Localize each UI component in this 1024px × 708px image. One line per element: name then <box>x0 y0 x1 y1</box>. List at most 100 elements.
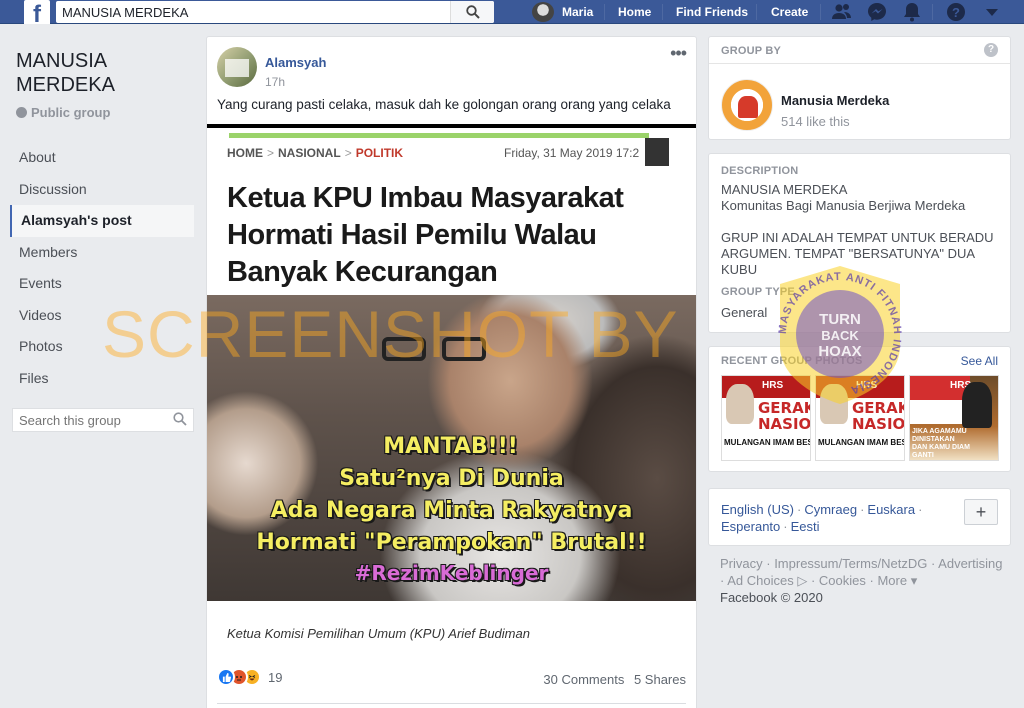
divider <box>604 4 605 20</box>
group-nav-discussion[interactable]: Discussion <box>10 174 200 206</box>
group-type-value: General <box>721 305 768 320</box>
language-link[interactable]: Esperanto <box>721 519 780 534</box>
divider <box>932 4 933 20</box>
group-privacy-label: Public group <box>10 105 200 120</box>
nav-create-link[interactable]: Create <box>771 5 808 19</box>
search-button[interactable] <box>450 1 494 23</box>
description-paragraph: GRUP INI ADALAH TEMPAT UNTUK BERADU ARGU… <box>721 230 994 277</box>
group-nav-about[interactable]: About <box>10 142 200 174</box>
photo-overlay-text: MANTAB!!! Satu²nya Di Dunia Ada Negara M… <box>207 431 696 587</box>
global-search[interactable] <box>56 1 494 23</box>
photo-caption: MULANGAN IMAM BES G MULIA HABIB RIZIEQ S… <box>724 438 810 447</box>
post-stats: 30 Comments 5 Shares <box>537 672 686 687</box>
group-nav-files[interactable]: Files <box>10 363 200 395</box>
group-title[interactable]: MANUSIA MERDEKA <box>10 49 200 97</box>
footer-link[interactable]: Impressum/Terms/NetzDG <box>774 556 927 571</box>
search-icon <box>465 5 480 19</box>
photo-headline: GERAKA NASIONA <box>758 399 811 433</box>
language-link[interactable]: English (US) <box>721 502 794 517</box>
top-navigation-bar: f Maria Home Find Friends Create ? <box>0 0 1024 28</box>
post-image[interactable]: HOME > NASIONAL > POLITIK Friday, 31 May 201… <box>207 124 696 641</box>
group-nav-events[interactable]: Events <box>10 268 200 300</box>
add-language-button[interactable]: + <box>964 499 998 525</box>
page-likes: 514 like this <box>781 114 850 129</box>
language-link[interactable]: Euskara <box>867 502 915 517</box>
group-privacy-text: Public group <box>31 105 111 120</box>
overlay-line: Satu²nya Di Dunia <box>339 466 564 491</box>
breadcrumb: HOME > NASIONAL > POLITIK <box>227 146 404 160</box>
messenger-icon[interactable] <box>867 2 887 22</box>
like-reaction-icon <box>217 668 235 686</box>
account-menu-chevron-down-icon[interactable] <box>982 2 1002 22</box>
page-name-link[interactable]: Manusia Merdeka <box>781 93 889 108</box>
divider <box>207 124 696 128</box>
photo-tag: HRS <box>762 380 784 391</box>
notifications-bell-icon[interactable] <box>902 2 922 22</box>
photo-person <box>962 382 992 428</box>
description-line: Komunitas Bagi Manusia Berjiwa Merdeka <box>721 198 966 213</box>
help-icon[interactable]: ? <box>984 43 998 57</box>
group-by-card: GROUP BY ? Manusia Merdeka 514 like this <box>708 36 1011 140</box>
overlay-line: Hormati "Perampokan" Brutal!! <box>256 530 647 555</box>
photo-grid: HRS GERAKA NASIONA MULANGAN IMAM BES G M… <box>721 375 999 461</box>
nav-user-name: Maria <box>562 5 594 19</box>
shares-count-link[interactable]: 5 Shares <box>634 672 686 687</box>
photo-caption: JIKA AGAMAMU DINISTAKAN DAN KAMU DIAM GA… <box>912 428 970 459</box>
photo-face <box>726 384 754 424</box>
breadcrumb-politik: POLITIK <box>355 146 404 160</box>
nav-find-friends-link[interactable]: Find Friends <box>676 5 748 19</box>
post-timestamp[interactable]: 17h <box>265 75 285 89</box>
group-search-input[interactable] <box>13 409 163 431</box>
article-headline: Ketua KPU Imbau Masyarakat Hormati Hasil… <box>227 182 624 288</box>
friend-requests-icon[interactable] <box>832 2 852 22</box>
reactions-summary[interactable]: 19 <box>217 668 282 686</box>
footer-link[interactable]: Privacy <box>720 556 763 571</box>
nav-home-link[interactable]: Home <box>618 5 651 19</box>
breadcrumb-home: HOME <box>227 146 263 160</box>
page-avatar[interactable] <box>721 79 773 131</box>
group-type-header: GROUP TYPE <box>721 286 795 298</box>
language-card: English (US) · Cymraeg · Euskara · Esperanto · E… <box>708 488 1011 546</box>
footer-link[interactable]: Ad Choices <box>727 573 793 588</box>
post-author-name[interactable]: Alamsyah <box>265 55 326 70</box>
post-text: Yang curang pasti celaka, masuk dah ke g… <box>217 97 671 112</box>
group-nav-current-post[interactable]: Alamsyah's post <box>10 205 194 237</box>
language-link[interactable]: Cymraeg <box>804 502 857 517</box>
language-link[interactable]: Eesti <box>791 519 820 534</box>
footer-link[interactable]: Cookies <box>819 573 866 588</box>
reaction-count: 19 <box>268 669 283 685</box>
see-all-link[interactable]: See All <box>961 354 998 368</box>
help-icon[interactable]: ? <box>946 2 966 22</box>
copyright: Facebook © 2020 <box>720 590 823 605</box>
nav-profile-link[interactable]: Maria <box>532 2 593 22</box>
photo-caption: MULANGAN IMAM BES G MULIA HABIB RIZIEQ S… <box>818 438 904 447</box>
overlay-hashtag: #RezimKeblinger <box>354 561 549 585</box>
divider <box>229 133 649 138</box>
photo-thumbnail[interactable]: HRS GERAKA NASIONA MULANGAN IMAM BES G M… <box>815 375 905 461</box>
caret-down-icon: ▾ <box>910 573 918 588</box>
global-search-input[interactable] <box>56 1 446 23</box>
comments-count-link[interactable]: 30 Comments <box>543 672 624 687</box>
group-nav-photos[interactable]: Photos <box>10 331 200 363</box>
description-header: DESCRIPTION <box>721 165 799 177</box>
globe-icon <box>16 107 27 118</box>
group-search[interactable] <box>12 408 194 432</box>
photo-face <box>820 384 848 424</box>
photo-thumbnail[interactable]: HRS GERAKA NASIONA MULANGAN IMAM BES G M… <box>721 375 811 461</box>
breadcrumb-nasional: NASIONAL <box>278 146 341 160</box>
description-line: MANUSIA MERDEKA <box>721 182 848 197</box>
group-nav-members[interactable]: Members <box>10 237 200 269</box>
search-icon[interactable] <box>173 412 187 426</box>
footer-link[interactable]: More <box>877 573 907 588</box>
footer-link[interactable]: Advertising <box>938 556 1002 571</box>
photo-headline: GERAKA NASIONA <box>852 399 905 433</box>
ad-choices-icon: ▷ <box>797 573 808 588</box>
group-nav-videos[interactable]: Videos <box>10 300 200 332</box>
overlay-line: MANTAB!!! <box>383 434 518 459</box>
svg-text:?: ? <box>952 5 960 20</box>
post-options-icon[interactable]: ••• <box>670 43 687 64</box>
group-by-header: GROUP BY <box>721 45 782 57</box>
photo-thumbnail[interactable]: HRS JIKA AGAMAMU DINISTAKAN DAN KAMU DIA… <box>909 375 999 461</box>
facebook-logo-icon[interactable]: f <box>24 0 50 28</box>
post-author-avatar[interactable] <box>217 47 257 87</box>
